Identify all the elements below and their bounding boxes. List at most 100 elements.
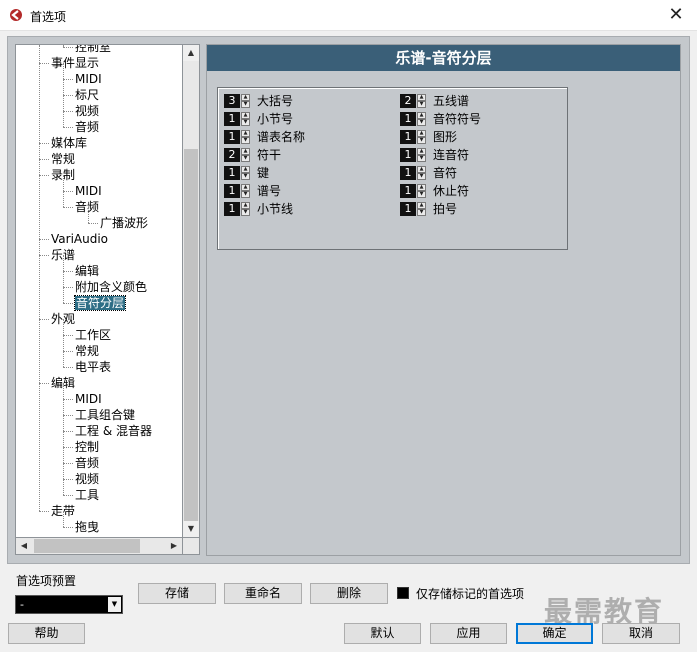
layer-value[interactable]: 1 (400, 112, 416, 126)
tree-item[interactable]: 工程 & 混音器 (75, 423, 152, 439)
layer-stepper[interactable]: 3 ▲ ▼ (224, 93, 251, 109)
stepper-up-icon[interactable]: ▲ (241, 94, 250, 101)
layer-stepper[interactable]: 1 ▲ ▼ (224, 201, 251, 217)
tree-item[interactable]: VariAudio (51, 231, 108, 247)
store-button[interactable]: 存储 (138, 583, 216, 604)
stepper-up-icon[interactable]: ▲ (417, 166, 426, 173)
stepper-down-icon[interactable]: ▼ (241, 209, 250, 216)
layer-stepper[interactable]: 1 ▲ ▼ (224, 129, 251, 145)
scroll-down-icon[interactable]: ▼ (183, 521, 199, 537)
stepper-down-icon[interactable]: ▼ (241, 173, 250, 180)
stepper-up-icon[interactable]: ▲ (241, 202, 250, 209)
tree-item[interactable]: MIDI (75, 183, 102, 199)
tree-item[interactable]: 编辑 (75, 263, 99, 279)
layer-stepper[interactable]: 1 ▲ ▼ (400, 165, 427, 181)
layer-stepper[interactable]: 1 ▲ ▼ (400, 129, 427, 145)
hscroll-thumb[interactable] (34, 539, 140, 553)
stepper-up-icon[interactable]: ▲ (241, 130, 250, 137)
default-button[interactable]: 默认 (344, 623, 421, 644)
close-icon[interactable]: ✕ (664, 4, 688, 26)
tree-item[interactable]: 附加含义颜色 (75, 279, 147, 295)
stepper-up-icon[interactable]: ▲ (417, 148, 426, 155)
layer-value[interactable]: 1 (224, 184, 240, 198)
stepper-down-icon[interactable]: ▼ (417, 209, 426, 216)
tree-item[interactable]: 工具 (75, 487, 99, 503)
tree-item[interactable]: 音频 (75, 199, 99, 215)
stepper-down-icon[interactable]: ▼ (417, 155, 426, 162)
layer-value[interactable]: 2 (224, 148, 240, 162)
tree-item[interactable]: 事件显示 (51, 55, 99, 71)
stepper-down-icon[interactable]: ▼ (417, 191, 426, 198)
scroll-thumb[interactable] (184, 149, 198, 521)
preferences-tree[interactable]: 控制室 事件显示 MIDI 标尺 视频 音频 媒体库 常规 录制 MIDI 音频 广播波形 VariAu… (15, 44, 183, 538)
tree-item[interactable]: 标尺 (75, 87, 99, 103)
stepper-up-icon[interactable]: ▲ (417, 112, 426, 119)
stepper-up-icon[interactable]: ▲ (417, 130, 426, 137)
cancel-button[interactable]: 取消 (602, 623, 680, 644)
layer-value[interactable]: 2 (400, 94, 416, 108)
layer-stepper[interactable]: 1 ▲ ▼ (400, 201, 427, 217)
stepper-down-icon[interactable]: ▼ (417, 137, 426, 144)
stepper-up-icon[interactable]: ▲ (241, 166, 250, 173)
tree-item[interactable]: 视频 (75, 103, 99, 119)
layer-value[interactable]: 3 (224, 94, 240, 108)
ok-button[interactable]: 确定 (516, 623, 593, 644)
tree-item[interactable]: 控制室 (75, 45, 111, 55)
layer-value[interactable]: 1 (400, 130, 416, 144)
layer-value[interactable]: 1 (224, 166, 240, 180)
stepper-down-icon[interactable]: ▼ (417, 119, 426, 126)
tree-item[interactable]: 音频 (75, 119, 99, 135)
layer-stepper[interactable]: 1 ▲ ▼ (224, 111, 251, 127)
tree-item[interactable]: 音符分层 (73, 295, 127, 311)
scroll-left-icon[interactable]: ◀ (16, 538, 32, 554)
stepper-up-icon[interactable]: ▲ (417, 202, 426, 209)
layer-stepper[interactable]: 1 ▲ ▼ (400, 111, 427, 127)
tree-item[interactable]: 媒体库 (51, 135, 87, 151)
stepper-down-icon[interactable]: ▼ (241, 155, 250, 162)
layer-value[interactable]: 1 (400, 166, 416, 180)
tree-item[interactable]: 音频 (75, 455, 99, 471)
layer-stepper[interactable]: 1 ▲ ▼ (400, 147, 427, 163)
stepper-down-icon[interactable]: ▼ (241, 137, 250, 144)
tree-item[interactable]: 广播波形 (100, 215, 148, 231)
layer-value[interactable]: 1 (400, 148, 416, 162)
tree-item[interactable]: 常规 (75, 343, 99, 359)
stepper-down-icon[interactable]: ▼ (417, 101, 426, 108)
tree-item[interactable]: MIDI (75, 71, 102, 87)
stepper-down-icon[interactable]: ▼ (241, 101, 250, 108)
layer-value[interactable]: 1 (400, 202, 416, 216)
layer-stepper[interactable]: 2 ▲ ▼ (400, 93, 427, 109)
layer-value[interactable]: 1 (224, 202, 240, 216)
rename-button[interactable]: 重命名 (224, 583, 302, 604)
stepper-up-icon[interactable]: ▲ (417, 184, 426, 191)
delete-button[interactable]: 删除 (310, 583, 388, 604)
scroll-right-icon[interactable]: ▶ (166, 538, 182, 554)
stepper-up-icon[interactable]: ▲ (241, 112, 250, 119)
layer-stepper[interactable]: 2 ▲ ▼ (224, 147, 251, 163)
tree-item[interactable]: 常规 (51, 151, 75, 167)
stepper-down-icon[interactable]: ▼ (417, 173, 426, 180)
tree-item[interactable]: 工具组合键 (75, 407, 135, 423)
layer-value[interactable]: 1 (224, 112, 240, 126)
stepper-up-icon[interactable]: ▲ (241, 184, 250, 191)
stepper-down-icon[interactable]: ▼ (241, 191, 250, 198)
layer-stepper[interactable]: 1 ▲ ▼ (224, 165, 251, 181)
store-marked-only-checkbox[interactable] (397, 587, 409, 599)
scroll-up-icon[interactable]: ▲ (183, 45, 199, 61)
tree-item[interactable]: 控制 (75, 439, 99, 455)
tree-item[interactable]: 视频 (75, 471, 99, 487)
tree-item[interactable]: 电平表 (75, 359, 111, 375)
tree-vertical-scrollbar[interactable]: ▲ ▼ (183, 44, 200, 538)
tree-item[interactable]: MIDI (75, 391, 102, 407)
help-button[interactable]: 帮助 (8, 623, 85, 644)
stepper-up-icon[interactable]: ▲ (241, 148, 250, 155)
layer-stepper[interactable]: 1 ▲ ▼ (400, 183, 427, 199)
tree-item[interactable]: 拖曳 (75, 519, 99, 535)
layer-value[interactable]: 1 (400, 184, 416, 198)
chevron-down-icon[interactable]: ▼ (108, 597, 121, 612)
tree-item[interactable]: 工作区 (75, 327, 111, 343)
stepper-down-icon[interactable]: ▼ (241, 119, 250, 126)
layer-value[interactable]: 1 (224, 130, 240, 144)
stepper-up-icon[interactable]: ▲ (417, 94, 426, 101)
presets-dropdown[interactable]: - ▼ (15, 595, 123, 614)
